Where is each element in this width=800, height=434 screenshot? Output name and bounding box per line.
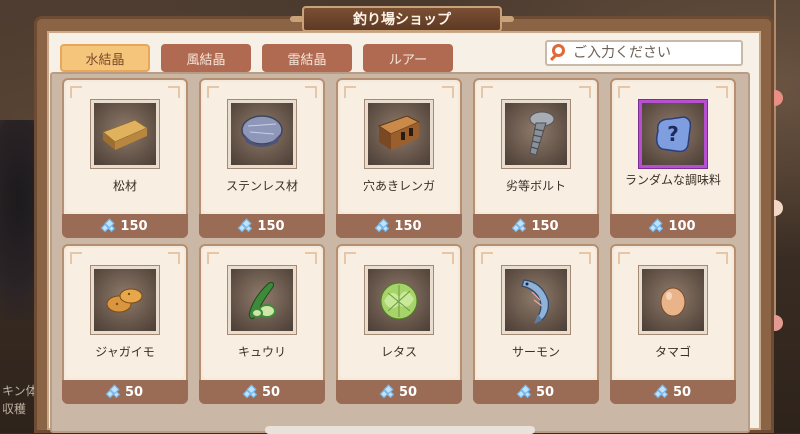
water-crystal-icon [101,218,116,233]
item-name: 劣等ボルト [505,179,566,193]
search-input[interactable] [573,45,733,61]
water-crystal-icon [512,218,527,233]
item-card[interactable]: 穴あきレンガ 150 [336,78,462,238]
search-box[interactable] [545,40,743,66]
random-seasoning-icon: ? [639,100,707,168]
item-grid: 松材 150 ステンレス材 150 穴あきレンガ 150 劣等ボルト 150 ?… [50,72,750,433]
price-bar[interactable]: 50 [610,380,736,404]
inferior-bolt-icon [502,100,570,168]
tab-water-crystal[interactable]: 水結晶 [60,44,150,72]
item-price: 150 [120,218,148,234]
item-card[interactable]: レタス 50 [336,244,462,404]
price-bar[interactable]: 50 [62,380,188,404]
water-crystal-icon [649,218,664,233]
price-bar[interactable]: 50 [336,380,462,404]
item-name: ステンレス材 [225,179,298,193]
item-price: 150 [257,218,285,234]
item-card[interactable]: 劣等ボルト 150 [473,78,599,238]
cucumber-icon [228,266,296,334]
tab-thunder-crystal[interactable]: 雷結晶 [262,44,352,72]
item-card[interactable]: サーモン 50 [473,244,599,404]
egg-icon [639,266,707,334]
lettuce-icon [365,266,433,334]
category-tabs: 水結晶 風結晶 雷結晶 ルアー [60,44,453,72]
item-card[interactable]: ステンレス材 150 [199,78,325,238]
water-crystal-icon [379,384,395,399]
item-price: 100 [668,218,696,234]
stainless-material-icon [228,100,296,168]
item-price: 50 [535,384,555,400]
water-crystal-icon [105,384,121,399]
water-crystal-icon [516,384,532,399]
price-bar[interactable]: 100 [610,214,736,238]
item-card[interactable]: キュウリ 50 [199,244,325,404]
potato-icon [91,266,159,334]
price-bar[interactable]: 50 [473,380,599,404]
price-bar[interactable]: 50 [199,380,325,404]
item-card[interactable]: 松材 150 [62,78,188,238]
svg-text:?: ? [667,122,679,146]
item-price: 150 [394,218,422,234]
item-name: 穴あきレンガ [362,179,435,193]
perforated-brick-icon [365,100,433,168]
tab-lure[interactable]: ルアー [363,44,453,72]
item-name: ジャガイモ [95,345,155,359]
price-bar[interactable]: 150 [199,214,325,238]
price-bar[interactable]: 150 [336,214,462,238]
search-icon[interactable] [547,42,573,64]
item-name: タマゴ [654,345,691,359]
water-crystal-icon [653,384,669,399]
item-card[interactable]: タマゴ 50 [610,244,736,404]
price-bar[interactable]: 150 [62,214,188,238]
water-crystal-icon [375,218,390,233]
item-price: 150 [531,218,559,234]
price-bar[interactable]: 150 [473,214,599,238]
pine-wood-icon [91,100,159,168]
item-card[interactable]: ジャガイモ 50 [62,244,188,404]
water-crystal-icon [238,218,253,233]
tab-wind-crystal[interactable]: 風結晶 [161,44,251,72]
item-price: 50 [672,384,692,400]
background-label: キン体 収穫 [2,384,38,416]
item-name: サーモン [511,345,560,359]
item-name: キュウリ [237,345,286,359]
item-price: 50 [261,384,281,400]
item-name: 松材 [112,179,137,193]
water-crystal-icon [242,384,258,399]
item-price: 50 [124,384,144,400]
item-name: レタス [380,345,417,359]
item-card[interactable]: ? ランダムな調味料 100 [610,78,736,238]
shop-title: 釣り場ショップ [290,6,514,32]
item-price: 50 [398,384,418,400]
item-name: ランダムな調味料 [624,173,721,187]
salmon-icon [502,266,570,334]
